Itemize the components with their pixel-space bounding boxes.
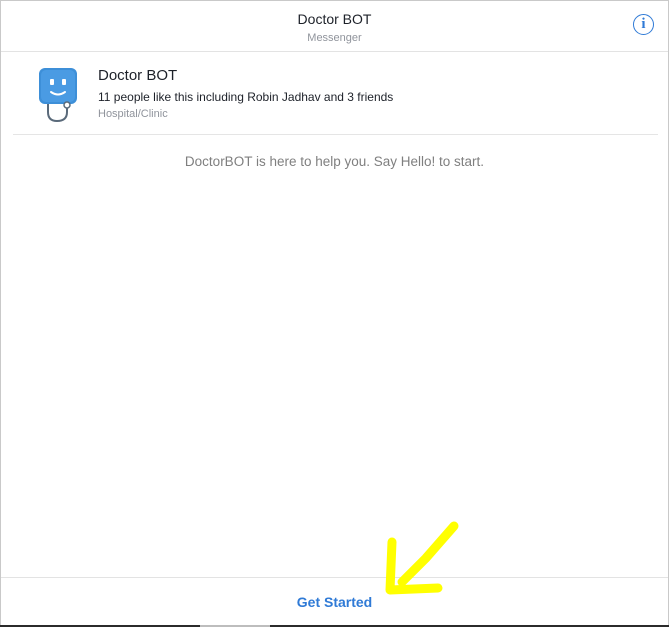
info-icon[interactable]: i <box>633 14 654 35</box>
messenger-window: Doctor BOT Messenger i Doctor BOT 11 peo… <box>0 0 669 627</box>
welcome-message: DoctorBOT is here to help you. Say Hello… <box>184 154 485 169</box>
arrow-shaft <box>397 521 459 587</box>
page-info-card[interactable]: Doctor BOT 11 people like this including… <box>13 52 658 135</box>
get-started-button[interactable]: Get Started <box>1 594 668 610</box>
arrow-pointer-icon <box>385 521 459 595</box>
chat-subtitle: Messenger <box>307 32 362 44</box>
page-likes: 11 people like this including Robin Jadh… <box>98 90 394 104</box>
page-category: Hospital/Clinic <box>98 108 168 120</box>
page-name[interactable]: Doctor BOT <box>98 67 177 84</box>
chat-header: Doctor BOT Messenger i <box>1 1 668 52</box>
avatar <box>39 68 77 123</box>
robot-eye-right <box>62 79 66 85</box>
chat-footer: Get Started <box>1 577 668 627</box>
robot-eye-left <box>50 79 54 85</box>
chat-title: Doctor BOT <box>297 11 372 27</box>
